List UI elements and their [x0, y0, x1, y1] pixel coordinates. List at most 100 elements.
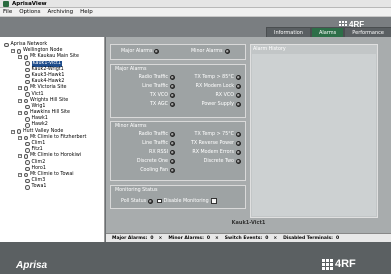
alarm-led-icon — [170, 159, 175, 164]
alarm-indicator: Line Traffic — [142, 141, 175, 146]
alarm-led-icon — [236, 150, 241, 155]
alarm-label: RX RSSI — [149, 150, 168, 155]
alarm-label: Cooling Fan — [140, 168, 168, 173]
menu-file[interactable]: File — [3, 9, 12, 15]
alarm-led-icon — [170, 75, 175, 80]
status-bar: Major Alarms: 0 × Minor Alarms: 0 × Switch Eve… — [106, 233, 391, 242]
major-alarms-panel: Major Alarms Radio Traffic TX Temp > 85°C… — [110, 64, 246, 118]
alarm-label: TX VCO — [149, 93, 168, 98]
alarm-label: Line Traffic — [142, 84, 168, 89]
node-icon — [25, 92, 30, 97]
status-counter: Switch Events: 0 — [225, 236, 269, 241]
collapse-icon[interactable]: − — [11, 49, 15, 54]
alarm-label: RX VCO — [215, 93, 234, 98]
alarm-history-title: Alarm History — [253, 47, 286, 52]
menu-archiving[interactable]: Archiving — [47, 9, 73, 15]
poll-status-row: Poll Status Disable Monitoring W — [121, 198, 217, 204]
alarm-indicator: TX Temp > 85°C — [195, 75, 241, 80]
status-counter: Minor Alarms: 0 — [168, 236, 210, 241]
alarm-led-icon — [236, 159, 241, 164]
collapse-icon[interactable]: − — [18, 86, 22, 91]
node-icon — [25, 178, 30, 184]
node-icon — [23, 172, 28, 178]
alarm-label: Discrete One — [136, 159, 168, 164]
minor-alarms-panel: Minor Alarms Radio Traffic TX Temp > 75°C… — [110, 121, 246, 181]
tab-information[interactable]: Information — [266, 27, 311, 37]
node-icon — [25, 185, 30, 190]
alarm-indicator: RX Modem Errors — [192, 150, 241, 155]
collapse-icon[interactable]: − — [18, 111, 22, 116]
status-separator: × — [273, 235, 278, 241]
status-counter: Disabled Terminals: 0 — [283, 236, 339, 241]
collapse-icon[interactable]: − — [18, 135, 22, 140]
alarm-indicator: TX AGC — [150, 102, 175, 107]
status-counter-value: 0 — [265, 235, 269, 241]
monitoring-status-title: Monitoring Status — [115, 188, 158, 193]
alarm-label: Radio Traffic — [138, 132, 168, 137]
collapse-icon[interactable]: − — [18, 98, 22, 103]
alarm-summary-panel: Major Alarms Minor Alarms — [110, 44, 246, 60]
alarm-indicator: TX Temp > 75°C — [195, 132, 241, 137]
alarm-label: Line Traffic — [142, 141, 168, 146]
node-icon — [25, 61, 30, 66]
alarm-led-icon — [170, 102, 175, 107]
alarm-led-icon — [236, 93, 241, 98]
minor-alarms-title: Minor Alarms — [115, 124, 147, 129]
node-icon — [25, 73, 30, 79]
tree-node[interactable]: Towa1 — [0, 184, 104, 190]
node-icon — [25, 67, 30, 73]
status-separator: × — [215, 235, 219, 241]
node-icon — [23, 154, 28, 159]
tree-node-label: Towa1 — [31, 184, 47, 190]
monitoring-button[interactable]: W — [210, 198, 217, 204]
collapse-icon[interactable]: − — [18, 154, 22, 159]
alarm-indicator: Line Traffic — [142, 84, 175, 89]
alarm-indicator: RX Modem Lock — [196, 84, 241, 89]
node-icon — [25, 148, 30, 153]
collapse-icon[interactable]: − — [18, 173, 22, 178]
alarm-history-list[interactable] — [252, 54, 376, 216]
menu-help[interactable]: Help — [80, 9, 93, 15]
alarm-indicator: Discrete Two — [204, 159, 241, 164]
tab-performance[interactable]: Performance — [344, 27, 391, 37]
node-icon — [25, 123, 30, 128]
disable-monitoring-label: Disable Monitoring — [163, 198, 209, 204]
status-counter: Major Alarms: 0 — [112, 236, 154, 241]
footer-banner: Aprisa 4RF — [0, 242, 391, 274]
collapse-icon[interactable]: − — [11, 129, 15, 134]
poll-status-led-icon — [148, 198, 154, 204]
alarm-label: Power Supply — [201, 102, 234, 107]
menu-options[interactable]: Options — [19, 9, 40, 15]
alarm-led-icon — [236, 84, 241, 89]
tab-alarms[interactable]: Alarms — [310, 27, 345, 37]
status-counter-label: Major Alarms: — [112, 235, 148, 241]
summary-minor-label: Minor Alarms — [191, 49, 223, 54]
status-counter-label: Minor Alarms: — [168, 235, 204, 241]
view-tabs: Information Alarms Performance — [266, 27, 391, 37]
network-tree: Aprisa Network − Wellington Node − Mt Kaukau… — [0, 37, 105, 242]
status-counter-label: Disabled Terminals: — [283, 235, 333, 241]
summary-major-label: Major Alarms — [121, 49, 153, 54]
window-title: AprisaView — [12, 0, 47, 7]
alarm-indicator: Radio Traffic — [139, 132, 175, 137]
node-icon — [25, 166, 30, 172]
app-window: AprisaView File Options Archiving Help 4… — [0, 0, 391, 274]
brand-logo-bottom: 4RF — [322, 258, 356, 270]
alarm-indicator: Power Supply — [202, 102, 241, 107]
node-icon — [23, 135, 28, 141]
node-icon — [4, 42, 9, 48]
disable-monitoring-checkbox[interactable] — [157, 198, 162, 204]
alarm-led-icon — [236, 132, 241, 137]
alarm-led-icon — [170, 93, 175, 98]
major-alarm-led-icon — [154, 49, 160, 54]
node-icon — [25, 104, 30, 110]
alarm-led-icon — [236, 75, 241, 80]
alarm-label: RX Modem Errors — [192, 150, 234, 155]
node-icon — [23, 98, 28, 104]
alarm-led-icon — [170, 84, 175, 89]
status-separator: × — [158, 235, 163, 241]
poll-status-label: Poll Status — [121, 198, 147, 204]
status-counter-value: 0 — [206, 235, 211, 241]
collapse-icon[interactable]: − — [18, 55, 22, 60]
title-bar: AprisaView — [0, 0, 391, 8]
